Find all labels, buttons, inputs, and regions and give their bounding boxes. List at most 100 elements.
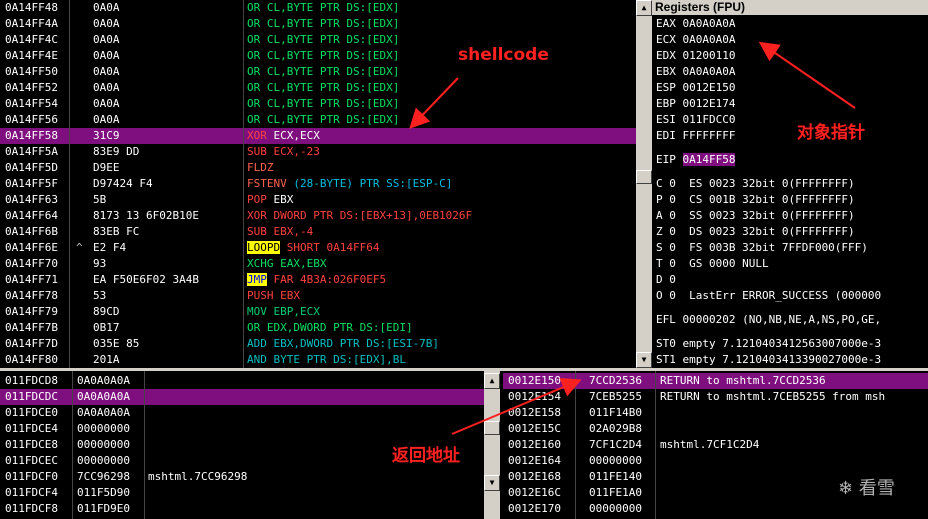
annotation-return-address: 返回地址 bbox=[392, 446, 460, 466]
disasm-row[interactable]: 0A14FF64 8173 13 6F02B10E XOR DWORD PTR DS… bbox=[0, 208, 636, 224]
scroll-down-icon[interactable]: ▼ bbox=[484, 475, 500, 491]
dump-value: 0A0A0A0A bbox=[77, 406, 130, 419]
stack-value: 7CEB5255 bbox=[589, 390, 642, 403]
instruction-token: CL,BYTE PTR DS:[EDX] bbox=[260, 1, 400, 14]
dump-scrollbar[interactable]: ▲ ▼ bbox=[484, 371, 500, 519]
disasm-row[interactable]: 0A14FF58 31C9 XOR ECX,ECX bbox=[0, 128, 636, 144]
dump-address: 011FDCE8 bbox=[5, 438, 58, 451]
eip-value[interactable]: 0A14FF58 bbox=[682, 153, 736, 166]
disasm-row[interactable]: 0A14FF5D D9EE FLDZ bbox=[0, 160, 636, 176]
disasm-instruction: JMP FAR 4B3A:026F0EF5 bbox=[247, 272, 386, 288]
disasm-hex: 89CD bbox=[93, 305, 120, 318]
disasm-row[interactable]: 0A14FF6E ^ E2 F4 LOOPD SHORT 0A14FF64 bbox=[0, 240, 636, 256]
stack-value: 02A029B8 bbox=[589, 422, 642, 435]
disasm-instruction: LOOPD SHORT 0A14FF64 bbox=[247, 240, 379, 256]
dump-address: 011FDCE0 bbox=[5, 406, 58, 419]
disasm-row[interactable]: 0A14FF5A 83E9 DD SUB ECX,-23 bbox=[0, 144, 636, 160]
disasm-row[interactable]: 0A14FF71 EA F50E6F02 3A4B JMP FAR 4B3A:026… bbox=[0, 272, 636, 288]
instruction-token: CL,BYTE PTR DS:[EDX] bbox=[260, 33, 400, 46]
register-line[interactable]: ESI 011FDCC0 bbox=[656, 112, 735, 128]
disasm-row[interactable]: 0A14FF7D 035E 85 ADD EBX,DWORD PTR DS:[ESI… bbox=[0, 336, 636, 352]
column-divider bbox=[72, 371, 73, 519]
disasm-row[interactable]: 0A14FF56 0A0A OR CL,BYTE PTR DS:[EDX] bbox=[0, 112, 636, 128]
efl-line[interactable]: EFL 00000202 (NO,NB,NE,A,NS,PO,GE, bbox=[656, 312, 881, 328]
stack-address: 0012E158 bbox=[508, 406, 561, 419]
stack-row[interactable]: 0012E164 00000000 bbox=[503, 453, 928, 469]
stack-row[interactable]: 0012E154 7CEB5255 RETURN to mshtml.7CEB525… bbox=[503, 389, 928, 405]
disasm-address: 0A14FF5F bbox=[5, 177, 58, 190]
disasm-row[interactable]: 0A14FF52 0A0A OR CL,BYTE PTR DS:[EDX] bbox=[0, 80, 636, 96]
disasm-instruction: SUB EBX,-4 bbox=[247, 224, 313, 240]
disasm-row[interactable]: 0A14FF54 0A0A OR CL,BYTE PTR DS:[EDX] bbox=[0, 96, 636, 112]
stack-row[interactable]: 0012E170 00000000 bbox=[503, 501, 928, 517]
column-divider bbox=[655, 371, 656, 519]
instruction-token: CL,BYTE PTR DS:[EDX] bbox=[260, 97, 400, 110]
flag-line[interactable]: A 0 SS 0023 32bit 0(FFFFFFFF) bbox=[656, 208, 855, 224]
disasm-instruction: OR EDX,DWORD PTR DS:[EDI] bbox=[247, 320, 413, 336]
flag-line[interactable]: Z 0 DS 0023 32bit 0(FFFFFFFF) bbox=[656, 224, 855, 240]
register-line[interactable]: EDX 01200110 bbox=[656, 48, 735, 64]
disasm-row[interactable]: 0A14FF7B 0B17 OR EDX,DWORD PTR DS:[EDI] bbox=[0, 320, 636, 336]
disasm-address: 0A14FF48 bbox=[5, 1, 58, 14]
register-eip[interactable]: EIP 0A14FF58 bbox=[656, 152, 736, 168]
disasm-address: 0A14FF5A bbox=[5, 145, 58, 158]
disasm-instruction: FLDZ bbox=[247, 160, 274, 176]
fpu-line[interactable]: ST0 empty 7.1210403412563007000e-3 bbox=[656, 336, 881, 352]
registers-pane[interactable]: Registers (FPU) EAX 0A0A0A0A ECX 0A0A0A0A… bbox=[652, 0, 928, 368]
instruction-token: CL,BYTE PTR DS:[EDX] bbox=[260, 81, 400, 94]
register-line[interactable]: ECX 0A0A0A0A bbox=[656, 32, 735, 48]
scroll-thumb[interactable] bbox=[484, 421, 500, 435]
stack-row[interactable]: 0012E150 7CCD2536 RETURN to mshtml.7CCD253… bbox=[503, 373, 928, 389]
disasm-row[interactable]: 0A14FF80 201A AND BYTE PTR DS:[EDX],BL bbox=[0, 352, 636, 368]
stack-comment: mshtml.7CF1C2D4 bbox=[660, 438, 760, 451]
scroll-up-icon[interactable]: ▲ bbox=[636, 0, 652, 16]
disasm-row[interactable]: 0A14FF70 93 XCHG EAX,EBX bbox=[0, 256, 636, 272]
fpu-line[interactable]: ST1 empty 7.1210403413390027000e-3 bbox=[656, 352, 881, 368]
disasm-row[interactable]: 0A14FF4A 0A0A OR CL,BYTE PTR DS:[EDX] bbox=[0, 16, 636, 32]
jump-marker: ^ bbox=[76, 241, 83, 254]
disasm-instruction: XOR ECX,ECX bbox=[247, 128, 320, 144]
disasm-row[interactable]: 0A14FF79 89CD MOV EBP,ECX bbox=[0, 304, 636, 320]
register-line[interactable]: EDI FFFFFFFF bbox=[656, 128, 735, 144]
flag-line[interactable]: P 0 CS 001B 32bit 0(FFFFFFFF) bbox=[656, 192, 855, 208]
flag-line[interactable]: O 0 LastErr ERROR_SUCCESS (000000 bbox=[656, 288, 881, 304]
scroll-up-icon[interactable]: ▲ bbox=[484, 373, 500, 389]
disasm-row[interactable]: 0A14FF63 5B POP EBX bbox=[0, 192, 636, 208]
flag-line[interactable]: S 0 FS 003B 32bit 7FFDF000(FFF) bbox=[656, 240, 868, 256]
disasm-hex: 83EB FC bbox=[93, 225, 140, 238]
stack-row[interactable]: 0012E158 011F14B0 bbox=[503, 405, 928, 421]
registers-title: Registers (FPU) bbox=[652, 0, 928, 15]
disasm-hex: D97424 F4 bbox=[93, 177, 153, 190]
disasm-instruction: XCHG EAX,EBX bbox=[247, 256, 326, 272]
register-line[interactable]: EAX 0A0A0A0A bbox=[656, 16, 735, 32]
disasm-row[interactable]: 0A14FF48 0A0A OR CL,BYTE PTR DS:[EDX] bbox=[0, 0, 636, 16]
register-line[interactable]: EBX 0A0A0A0A bbox=[656, 64, 735, 80]
eip-label: EIP bbox=[656, 153, 683, 166]
disasm-instruction: OR CL,BYTE PTR DS:[EDX] bbox=[247, 64, 399, 80]
stack-row[interactable]: 0012E15C 02A029B8 bbox=[503, 421, 928, 437]
register-line[interactable]: EBP 0012E174 bbox=[656, 96, 735, 112]
register-line[interactable]: ESP 0012E150 bbox=[656, 80, 735, 96]
flag-line[interactable]: T 0 GS 0000 NULL bbox=[656, 256, 769, 272]
instruction-token: OR bbox=[247, 97, 261, 110]
disassembly-scrollbar[interactable]: ▲ ▼ bbox=[636, 0, 652, 368]
scroll-down-icon[interactable]: ▼ bbox=[636, 352, 652, 368]
instruction-token: OR bbox=[247, 1, 261, 14]
flag-line[interactable]: D 0 bbox=[656, 272, 676, 288]
stack-value: 00000000 bbox=[589, 454, 642, 467]
scroll-thumb[interactable] bbox=[636, 170, 652, 184]
disasm-row[interactable]: 0A14FF6B 83EB FC SUB EBX,-4 bbox=[0, 224, 636, 240]
instruction-token: MOV EBP,ECX bbox=[247, 305, 320, 318]
disasm-hex: 53 bbox=[93, 289, 107, 302]
stack-row[interactable]: 0012E160 7CF1C2D4 mshtml.7CF1C2D4 bbox=[503, 437, 928, 453]
disasm-row[interactable]: 0A14FF5F D97424 F4 FSTENV (28-BYTE) PTR SS… bbox=[0, 176, 636, 192]
instruction-token: OR bbox=[247, 113, 261, 126]
disasm-row[interactable]: 0A14FF50 0A0A OR CL,BYTE PTR DS:[EDX] bbox=[0, 64, 636, 80]
watermark-text: 看雪 bbox=[858, 478, 895, 499]
disasm-row[interactable]: 0A14FF78 53 PUSH EBX bbox=[0, 288, 636, 304]
instruction-token: EBX bbox=[266, 193, 294, 206]
dump-value: 7CC96298 bbox=[77, 470, 130, 483]
flag-line[interactable]: C 0 ES 0023 32bit 0(FFFFFFFF) bbox=[656, 176, 855, 192]
disasm-address: 0A14FF52 bbox=[5, 81, 58, 94]
dump-value: 0A0A0A0A bbox=[77, 390, 130, 403]
